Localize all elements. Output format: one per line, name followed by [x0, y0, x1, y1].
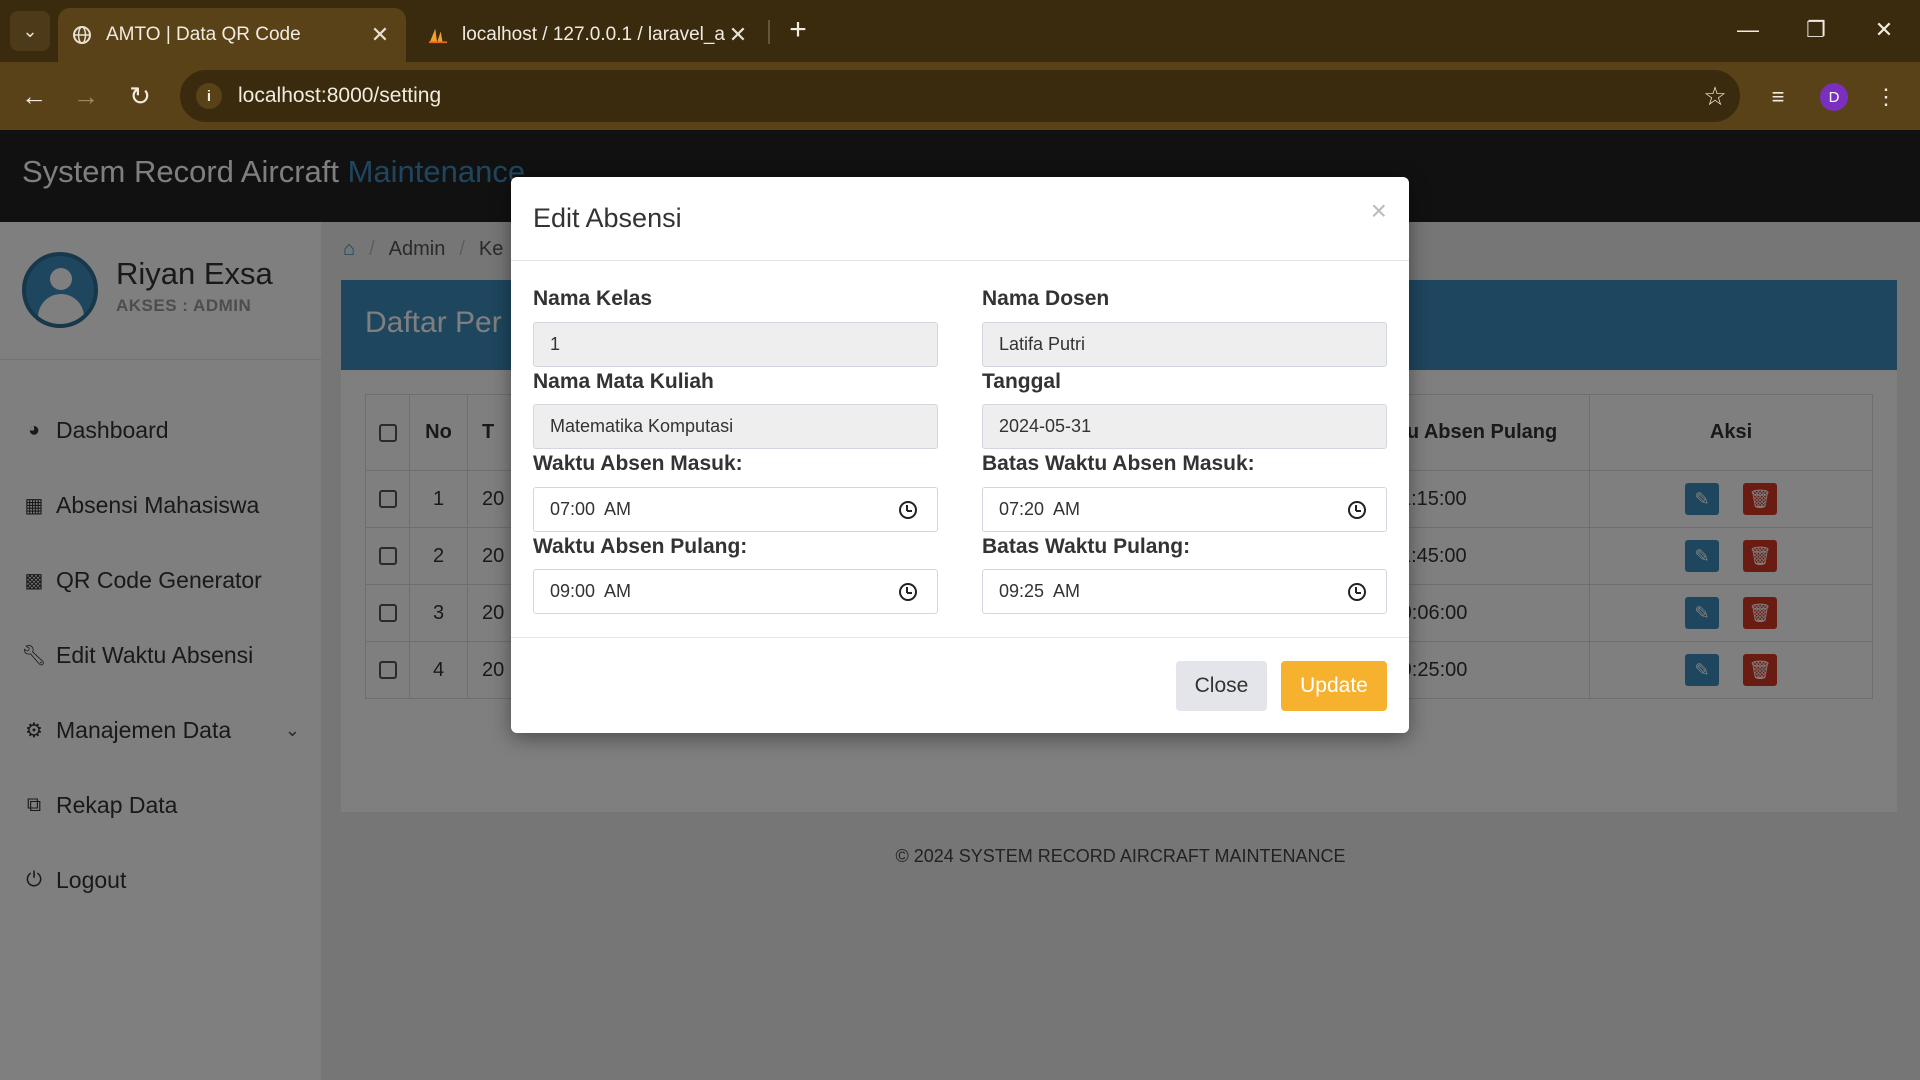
batas-waktu-absen-masuk-label: Batas Waktu Absen Masuk:: [982, 452, 1255, 475]
new-tab-plus-icon[interactable]: +: [780, 12, 816, 48]
nama-dosen-label: Nama Dosen: [982, 287, 1110, 310]
batas-waktu-pulang-label: Batas Waktu Pulang:: [982, 535, 1191, 558]
profile-avatar[interactable]: D: [1820, 83, 1848, 111]
tab-phpmyadmin[interactable]: localhost / 127.0.0.1 / laravel_al ✕: [414, 8, 764, 62]
waktu-absen-masuk-input[interactable]: 07:00 AM: [533, 487, 938, 532]
reload-icon[interactable]: ↻: [120, 76, 160, 116]
clock-icon[interactable]: [1348, 582, 1366, 601]
nama-kelas-label: Nama Kelas: [533, 287, 653, 310]
edit-absensi-modal: Edit Absensi × Nama Kelas 1 Nama Dosen L…: [511, 177, 1409, 733]
clock-icon[interactable]: [899, 500, 917, 519]
browser-tab-bar: ⌄ AMTO | Data QR Code ✕ localhost / 127.…: [0, 0, 1920, 62]
field-value: 09:00 AM: [550, 581, 632, 601]
close-button[interactable]: Close: [1176, 661, 1267, 711]
bookmark-star-icon[interactable]: ☆: [1690, 81, 1740, 112]
waktu-absen-masuk-label: Waktu Absen Masuk:: [533, 452, 743, 475]
clock-icon[interactable]: [1348, 500, 1366, 519]
menu-kebab-icon[interactable]: ⋮: [1868, 80, 1904, 114]
modal-footer: Close Update: [511, 637, 1409, 733]
site-info-icon[interactable]: i: [196, 83, 222, 109]
modal-header: Edit Absensi ×: [511, 177, 1409, 261]
batas-waktu-pulang-input[interactable]: 09:25 AM: [982, 569, 1387, 614]
tab-separator: [768, 20, 770, 44]
back-arrow-icon[interactable]: ←: [14, 76, 54, 116]
close-window-icon[interactable]: ✕: [1862, 12, 1906, 48]
minimize-icon[interactable]: —: [1726, 12, 1770, 48]
field-value: Matematika Komputasi: [550, 416, 734, 436]
clock-icon[interactable]: [899, 582, 917, 601]
batas-waktu-absen-masuk-input[interactable]: 07:20 AM: [982, 487, 1387, 532]
waktu-absen-pulang-label: Waktu Absen Pulang:: [533, 535, 748, 558]
waktu-absen-pulang-input[interactable]: 09:00 AM: [533, 569, 938, 614]
nama-dosen-field[interactable]: Latifa Putri: [982, 322, 1387, 367]
field-value: Latifa Putri: [999, 334, 1086, 354]
field-value: 07:00 AM: [550, 499, 632, 519]
phpmyadmin-sail-icon: [428, 25, 448, 45]
tab-title: localhost / 127.0.0.1 / laravel_al: [462, 24, 726, 45]
update-button[interactable]: Update: [1281, 661, 1387, 711]
nama-mata-kuliah-field[interactable]: Matematika Komputasi: [533, 404, 938, 449]
address-url: localhost:8000/setting: [238, 84, 442, 107]
nama-kelas-field[interactable]: 1: [533, 322, 938, 367]
nama-mata-kuliah-label: Nama Mata Kuliah: [533, 370, 714, 393]
address-bar[interactable]: i localhost:8000/setting ☆: [180, 70, 1740, 122]
field-value: 07:20 AM: [999, 499, 1081, 519]
field-value: 2024-05-31: [999, 416, 1092, 436]
tab-close-icon[interactable]: ✕: [726, 22, 750, 48]
media-queue-icon[interactable]: ≡: [1760, 80, 1796, 114]
browser-toolbar: ← → ↻ i localhost:8000/setting ☆ ≡ D ⋮: [0, 62, 1920, 130]
tanggal-field[interactable]: 2024-05-31: [982, 404, 1387, 449]
tab-close-icon[interactable]: ✕: [368, 22, 392, 48]
modal-close-icon[interactable]: ×: [1371, 195, 1387, 227]
tab-amto-data-qr-code[interactable]: AMTO | Data QR Code ✕: [58, 8, 406, 62]
field-value: 1: [550, 334, 561, 354]
tanggal-label: Tanggal: [982, 370, 1061, 393]
globe-icon: [72, 25, 92, 45]
forward-arrow-icon[interactable]: →: [66, 76, 106, 116]
modal-title: Edit Absensi: [533, 203, 682, 233]
tab-search-chevron-icon[interactable]: ⌄: [10, 11, 50, 51]
tab-title: AMTO | Data QR Code: [106, 24, 301, 45]
field-value: 09:25 AM: [999, 581, 1081, 601]
restore-icon[interactable]: ❐: [1794, 12, 1838, 48]
